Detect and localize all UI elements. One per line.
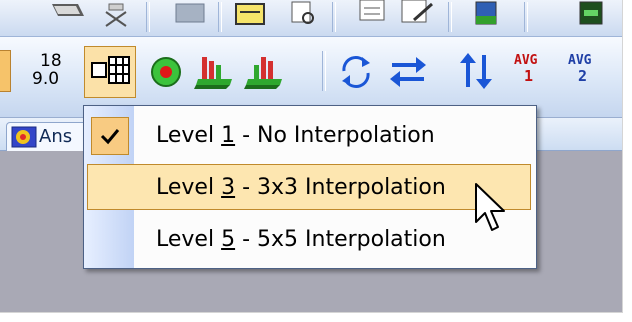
app-window: 18 9.0 AVG 1 AVG 2 Ans Level 1 - No Inte… bbox=[0, 0, 623, 313]
menu-item-level-5[interactable]: Level 5 - 5x5 Interpolation bbox=[84, 214, 536, 266]
scale-button[interactable]: 18 9.0 bbox=[28, 49, 72, 93]
mouse-pointer-icon bbox=[475, 183, 505, 231]
pen-icon[interactable] bbox=[398, 0, 438, 30]
top-toolbar bbox=[0, 0, 622, 37]
toolbar-edge-button[interactable] bbox=[0, 50, 11, 92]
check-icon bbox=[91, 117, 129, 155]
edit-icon[interactable] bbox=[232, 0, 272, 30]
scale-top-value: 18 bbox=[40, 51, 62, 71]
refresh-icon[interactable] bbox=[336, 51, 376, 91]
avg1-label: AVG bbox=[514, 53, 538, 68]
avg2-number: 2 bbox=[578, 67, 588, 85]
toolbar-separator bbox=[448, 2, 452, 32]
save-icon[interactable] bbox=[172, 0, 208, 30]
folder-open-icon[interactable] bbox=[48, 0, 88, 30]
scale-bottom-value: 9.0 bbox=[32, 69, 60, 89]
avg1-button[interactable]: AVG 1 bbox=[512, 53, 552, 93]
color-bar-icon[interactable] bbox=[470, 0, 506, 30]
swap-horizontal-icon[interactable] bbox=[388, 51, 428, 91]
avg1-number: 1 bbox=[524, 67, 534, 85]
toolbar-separator bbox=[524, 2, 528, 32]
menu-item-level-1[interactable]: Level 1 - No Interpolation bbox=[84, 110, 536, 162]
histogram-green-icon[interactable] bbox=[194, 51, 234, 91]
map-icon bbox=[11, 126, 37, 148]
avg2-label: AVG bbox=[568, 53, 592, 68]
toolbar-separator bbox=[332, 2, 336, 32]
keypad-icon[interactable] bbox=[574, 0, 610, 30]
toolbar-separator bbox=[218, 2, 222, 32]
tab-label: Ans bbox=[39, 126, 73, 147]
interpolation-grid-icon bbox=[91, 56, 130, 84]
find-icon[interactable] bbox=[286, 0, 322, 30]
toolbar-separator bbox=[322, 51, 326, 91]
interpolation-menu: Level 1 - No Interpolation Level 3 - 3x3… bbox=[83, 105, 537, 269]
toolbar-separator bbox=[146, 2, 150, 32]
interpolation-button[interactable] bbox=[84, 46, 136, 98]
menu-item-level-3[interactable]: Level 3 - 3x3 Interpolation bbox=[84, 162, 536, 214]
menu-item-label: Level 1 - No Interpolation bbox=[156, 123, 435, 148]
notes-icon[interactable] bbox=[356, 0, 392, 30]
target-icon[interactable] bbox=[148, 55, 184, 89]
swap-vertical-icon[interactable] bbox=[456, 51, 496, 91]
menu-item-label: Level 5 - 5x5 Interpolation bbox=[156, 227, 446, 252]
tools-icon[interactable] bbox=[100, 0, 132, 30]
avg2-button[interactable]: AVG 2 bbox=[566, 53, 606, 93]
menu-item-label: Level 3 - 3x3 Interpolation bbox=[156, 175, 446, 200]
histogram-red-icon[interactable] bbox=[244, 51, 284, 91]
